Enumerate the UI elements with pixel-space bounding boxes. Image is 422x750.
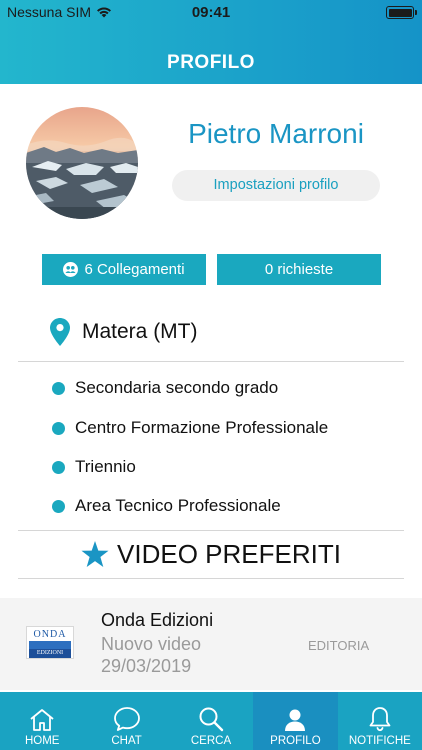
user-icon bbox=[285, 709, 306, 731]
top-bar: Nessuna SIM 09:41 PROFILO bbox=[0, 0, 422, 84]
avatar[interactable] bbox=[26, 107, 138, 219]
publisher-name: Onda Edizioni bbox=[101, 610, 214, 630]
connections-label: 6 Collegamenti bbox=[84, 261, 185, 278]
group-icon bbox=[63, 262, 79, 277]
divider bbox=[18, 578, 404, 579]
status-time: 09:41 bbox=[191, 4, 231, 21]
location-row: Matera (MT) bbox=[50, 318, 198, 346]
tab-chat[interactable]: CHAT bbox=[84, 692, 168, 750]
bullet-dot bbox=[52, 381, 65, 395]
tag-label: Triennio bbox=[75, 457, 136, 476]
profile-tag: Triennio bbox=[52, 457, 136, 477]
battery-icon bbox=[386, 6, 417, 19]
tab-notifications[interactable]: NOTIFICHE bbox=[338, 692, 422, 750]
favorites-heading: VIDEO PREFERITI bbox=[0, 539, 422, 570]
tag-label: Area Tecnico Professionale bbox=[75, 496, 281, 515]
logo-wave bbox=[29, 641, 71, 649]
tag-label: Centro Formazione Professionale bbox=[75, 418, 329, 437]
tab-label: CHAT bbox=[111, 735, 142, 747]
tab-search[interactable]: CERCA bbox=[169, 692, 253, 750]
requests-label: 0 richieste bbox=[264, 261, 334, 278]
requests-button[interactable]: 0 richieste bbox=[217, 254, 381, 285]
profile-tag: Centro Formazione Professionale bbox=[52, 418, 328, 438]
tag-label: Secondaria secondo grado bbox=[75, 378, 279, 397]
profile-tag: Secondaria secondo grado bbox=[52, 378, 278, 398]
star-icon bbox=[81, 541, 109, 567]
home-icon bbox=[30, 709, 54, 731]
divider bbox=[18, 361, 404, 362]
avatar-landscape-image bbox=[26, 107, 138, 219]
search-icon bbox=[199, 707, 224, 732]
tab-label: PROFILO bbox=[270, 735, 321, 747]
logo-wordmark: ONDA bbox=[33, 629, 67, 640]
location-pin-icon bbox=[50, 318, 70, 346]
profile-name: Pietro Marroni bbox=[188, 118, 364, 149]
tab-label: CERCA bbox=[190, 735, 232, 747]
item-category: EDITORIA bbox=[308, 638, 370, 653]
tab-profile[interactable]: PROFILO bbox=[253, 692, 338, 750]
page-title: PROFILO bbox=[167, 52, 255, 73]
tab-home[interactable]: HOME bbox=[0, 692, 84, 750]
bullet-dot bbox=[52, 421, 65, 435]
profile-settings-button[interactable]: Impostazioni profilo bbox=[172, 170, 380, 201]
logo-subtext: EDIZIONI bbox=[29, 649, 71, 658]
connections-button[interactable]: 6 Collegamenti bbox=[42, 254, 206, 285]
profile-tag: Area Tecnico Professionale bbox=[52, 496, 281, 516]
status-bar: Nessuna SIM 09:41 bbox=[0, 0, 422, 24]
bullet-dot bbox=[52, 499, 65, 513]
bullet-dot bbox=[52, 460, 65, 474]
tab-label: NOTIFICHE bbox=[348, 735, 411, 747]
bell-icon bbox=[369, 707, 391, 732]
divider bbox=[18, 530, 404, 531]
tab-label: HOME bbox=[24, 735, 60, 747]
chat-icon bbox=[113, 707, 140, 731]
publisher-logo: ONDA EDIZIONI bbox=[26, 626, 74, 659]
favorite-video-item[interactable]: ONDA EDIZIONI Onda Edizioni Nuovo video … bbox=[0, 598, 422, 690]
item-subtitle: Nuovo video bbox=[101, 634, 202, 654]
favorites-title: VIDEO PREFERITI bbox=[117, 539, 341, 569]
location-text: Matera (MT) bbox=[82, 320, 198, 343]
tab-bar: HOME CHAT CERCA PROFILO NOTIFICHE bbox=[0, 692, 422, 750]
item-date: 29/03/2019 bbox=[101, 656, 192, 676]
